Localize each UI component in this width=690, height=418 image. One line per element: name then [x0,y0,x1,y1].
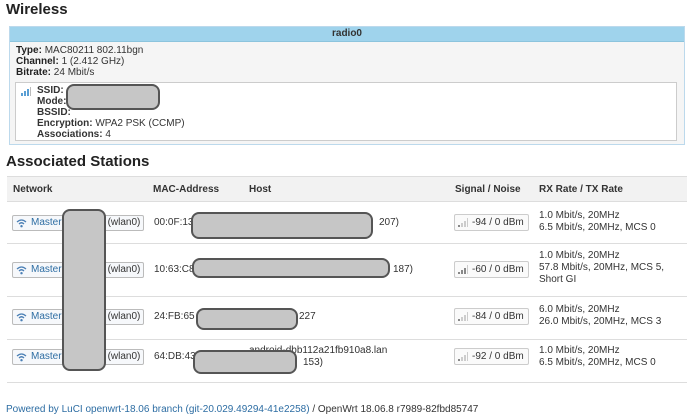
wifi-icon [16,313,27,322]
signal-badge: -92 / 0 dBm [454,348,529,365]
signal-icon [458,218,468,227]
rate-info: 1.0 Mbit/s, 20MHz 6.5 Mbit/s, 20MHz, MCS … [539,345,656,368]
iface-encryption: Encryption: WPA2 PSK (CCMP) [37,118,185,129]
rate-info: 1.0 Mbit/s, 20MHz 6.5 Mbit/s, 20MHz, MCS … [539,210,656,233]
wifi-icon [16,266,27,275]
wifi-icon [16,219,27,228]
mac-address: 00:0F:13 [154,217,194,228]
wireless-title: Wireless [6,1,68,18]
footer-version: / OpenWrt 18.06.8 r7989-82fbd85747 [309,404,479,415]
header-host: Host [249,184,272,195]
footer: Powered by LuCI openwrt-18.06 branch (gi… [6,404,478,415]
iface-bssid: BSSID: [37,107,71,118]
header-mac: MAC-Address [153,184,220,195]
redaction-host-3 [196,308,298,330]
mac-address: 10:63:C8 [154,264,195,275]
mac-address: 24:FB:65 [154,311,195,322]
header-network: Network [13,184,53,195]
wifi-icon [16,353,27,362]
mac-address: 64:DB:43 [154,351,196,362]
rate-info: 6.0 Mbit/s, 20MHz 26.0 Mbit/s, 20MHz, MCS… [539,304,662,327]
table-row: Master (wlan0) 64:DB:43 android-dbb112a21… [7,340,687,383]
signal-icon [21,87,31,96]
redaction-network [62,209,106,371]
header-signal: Signal / Noise [455,184,521,195]
radio-bitrate: Bitrate: 24 Mbit/s [16,67,95,78]
radio-name: radio0 [10,27,684,42]
iface-associations: Associations: 4 [37,129,111,140]
radio-type: Type: MAC80211 802.11bgn [16,45,144,56]
host-name: 227 [299,311,316,322]
stations-title: Associated Stations [6,153,150,170]
stations-table-header: Network MAC-Address Host Signal / Noise … [7,176,687,202]
signal-icon [458,265,468,274]
signal-icon [458,352,468,361]
redaction-host-4 [193,350,297,374]
redaction-ssid [66,84,160,110]
redaction-host-1 [191,212,373,239]
header-rate: RX Rate / TX Rate [539,184,623,195]
host-name: 207) [379,217,400,228]
signal-badge: -84 / 0 dBm [454,308,529,325]
footer-luci-link[interactable]: Powered by LuCI openwrt-18.06 branch (gi… [6,404,310,415]
signal-badge: -94 / 0 dBm [454,214,529,231]
interface-panel: SSID: Mode: BSSID: Encryption: WPA2 PSK … [15,82,677,141]
host-name: 187) [393,264,414,275]
redaction-host-2 [192,258,390,278]
radio-panel: radio0 Type: MAC80211 802.11bgn Channel:… [9,26,685,145]
signal-icon [458,312,468,321]
host-name-suffix: 153) [303,357,324,368]
radio-channel: Channel: 1 (2.412 GHz) [16,56,125,67]
table-row: Master (wlan0) 24:FB:65 227 -84 / 0 dBm 6… [7,297,687,340]
signal-badge: -60 / 0 dBm [454,261,529,278]
iface-mode: Mode: [37,96,67,107]
rate-info: 1.0 Mbit/s, 20MHz 57.8 Mbit/s, 20MHz, MCS… [539,250,665,285]
iface-ssid: SSID: [37,85,64,96]
